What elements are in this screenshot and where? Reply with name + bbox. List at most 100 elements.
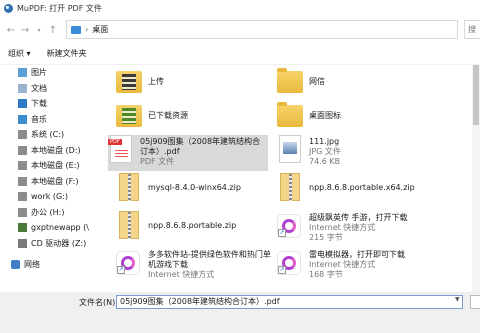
file-size: 74.6 KB <box>309 157 341 166</box>
zip-file-icon <box>116 173 142 203</box>
filename-input[interactable]: 05j909图集（2008年建筑结构合订本）.pdf <box>116 295 463 309</box>
address-bar: ← → ▾ ↑ › 桌面 搜 <box>0 17 480 43</box>
up-arrow-icon[interactable]: ↑ <box>46 21 60 39</box>
file-name: 05j909图集（2008年建筑结构合订本）.pdf <box>140 137 261 156</box>
sidebar-item-label: CD 驱动器 (Z:) <box>31 238 87 248</box>
drive-icon <box>18 176 27 186</box>
file-name: mysql-8.4.0-winx64.zip <box>148 183 241 192</box>
search-input[interactable]: 搜 <box>464 20 480 39</box>
drive-icon <box>18 161 27 171</box>
sidebar-item-network[interactable]: 网络 <box>0 257 98 273</box>
zip-file-icon <box>116 211 142 241</box>
internet-shortcut-icon: ↗ <box>116 248 142 278</box>
documents-icon <box>18 83 27 93</box>
title-bar: MuPDF: 打开 PDF 文件 <box>0 0 480 17</box>
file-name: 网信 <box>309 77 325 86</box>
scrollbar-thumb[interactable] <box>473 65 479 125</box>
sidebar-item[interactable]: 办公 (H:) <box>0 205 98 221</box>
folder-upload-icon <box>116 67 142 97</box>
sidebar-item-label: 网络 <box>24 260 40 270</box>
command-bar: 组织 ▾ 新建文件夹 <box>0 43 480 65</box>
search-placeholder: 搜 <box>468 25 476 34</box>
history-dropdown-icon[interactable]: ▾ <box>32 21 46 39</box>
sidebar-item[interactable]: CD 驱动器 (Z:) <box>0 236 98 252</box>
forward-arrow-icon[interactable]: → <box>18 21 32 39</box>
sidebar-item-label: 本地磁盘 (E:) <box>31 161 80 171</box>
file-name: 超级飘英传 手游，打开下载 <box>309 213 408 222</box>
sidebar-scrollbar[interactable] <box>90 65 98 292</box>
file-name: 111.jpg <box>309 137 340 146</box>
new-folder-button[interactable]: 新建文件夹 <box>47 48 87 59</box>
file-name: 多多软件站-提供绿色软件和热门单机游戏下载 <box>148 250 271 269</box>
file-type: Internet 快捷方式 <box>309 223 376 232</box>
drive-icon <box>18 130 27 140</box>
sidebar-item-label: 办公 (H:) <box>31 207 65 217</box>
sidebar-item[interactable]: work (G:) <box>0 189 98 205</box>
navigation-pane: 图片文档下载音乐系统 (C:) 本地磁盘 (D:) 本地磁盘 (E:) 本地磁盘 (F… <box>0 65 98 292</box>
sidebar-item[interactable]: 本地磁盘 (E:) <box>0 158 98 174</box>
file-item[interactable]: PDF 05j909图集（2008年建筑结构合订本）.pdf PDF 文件 <box>108 135 268 171</box>
sidebar-item[interactable]: 图片 <box>0 65 98 81</box>
sidebar-item[interactable]: 系统 (C:) <box>0 127 98 143</box>
folder-icon <box>71 25 81 34</box>
network-icon <box>11 260 20 270</box>
file-type: Internet 快捷方式 <box>309 260 376 269</box>
sidebar-item[interactable]: 文档 <box>0 81 98 97</box>
sidebar-item-label: gxptnewapp (\ <box>31 223 89 233</box>
sidebar-item-label: work (G:) <box>31 192 69 202</box>
folder-icon <box>277 67 303 97</box>
file-list: 上传 网信已下载资源 桌面图标 PDF 05j909图集（2008年建筑结构合订本）.p… <box>98 65 480 292</box>
internet-shortcut-icon: ↗ <box>277 211 303 241</box>
address-path: 桌面 <box>92 25 109 34</box>
chevron-down-icon[interactable]: ▼ <box>455 296 460 303</box>
file-item[interactable]: 桌面图标 <box>277 101 457 135</box>
sidebar-item[interactable]: 音乐 <box>0 112 98 128</box>
sidebar-item-label: 下载 <box>31 99 47 109</box>
folder-icon <box>277 101 303 131</box>
sidebar-item-label: 本地磁盘 (D:) <box>31 145 81 155</box>
file-type-select[interactable] <box>470 295 480 309</box>
file-item[interactable]: ↗ 多多软件站-提供绿色软件和热门单机游戏下载 Internet 快捷方式 <box>116 248 276 288</box>
vertical-scrollbar[interactable] <box>472 65 480 292</box>
back-arrow-icon[interactable]: ← <box>4 21 18 39</box>
sidebar-item[interactable]: 本地磁盘 (F:) <box>0 174 98 190</box>
sidebar-item[interactable]: 本地磁盘 (D:) <box>0 143 98 159</box>
file-type: JPG 文件 <box>309 147 341 156</box>
file-size: 168 字节 <box>309 270 343 279</box>
sidebar-item-label: 系统 (C:) <box>31 130 65 140</box>
file-item[interactable]: 111.jpg JPG 文件 74.6 KB <box>277 135 457 171</box>
file-name: 雷电模拟器，打开即可下载 <box>309 250 405 259</box>
file-name: 桌面图标 <box>309 111 341 120</box>
file-item[interactable]: mysql-8.4.0-winx64.zip <box>116 173 266 209</box>
file-item[interactable]: 已下载资源 <box>116 101 266 135</box>
file-item[interactable]: npp.8.6.8.portable.zip <box>116 211 266 247</box>
music-icon <box>18 114 27 124</box>
pdf-file-icon: PDF <box>108 135 134 165</box>
address-box[interactable]: › 桌面 <box>66 20 458 39</box>
downloads-icon <box>18 99 27 109</box>
file-name-bar: 文件名(N): 05j909图集（2008年建筑结构合订本）.pdf ▼ <box>0 292 480 333</box>
file-item[interactable]: 上传 <box>116 67 266 101</box>
file-name: 已下载资源 <box>148 111 188 120</box>
sidebar-item[interactable]: 下载 <box>0 96 98 112</box>
folder-download-icon <box>116 101 142 131</box>
file-name: npp.8.6.8.portable.x64.zip <box>309 183 415 192</box>
drive-icon <box>18 192 27 202</box>
sidebar-item-label: 图片 <box>31 68 47 78</box>
window-title: MuPDF: 打开 PDF 文件 <box>17 4 102 13</box>
file-name: 上传 <box>148 77 164 86</box>
file-item[interactable]: 网信 <box>277 67 457 101</box>
file-type: PDF 文件 <box>140 157 175 166</box>
mupdf-app-icon <box>4 4 13 13</box>
filename-label: 文件名(N): <box>79 298 118 307</box>
file-item[interactable]: ↗ 雷电模拟器，打开即可下载 Internet 快捷方式 168 字节 <box>277 248 457 288</box>
drive-icon <box>18 207 27 217</box>
drive-icon <box>18 145 27 155</box>
sidebar-item[interactable]: gxptnewapp (\ <box>0 220 98 236</box>
organize-button[interactable]: 组织 ▾ <box>8 48 31 59</box>
pictures-icon <box>18 68 27 78</box>
file-size: 215 字节 <box>309 233 343 242</box>
file-item[interactable]: ↗ 超级飘英传 手游，打开下载 Internet 快捷方式 215 字节 <box>277 211 457 247</box>
file-type: Internet 快捷方式 <box>148 270 215 279</box>
file-item[interactable]: npp.8.6.8.portable.x64.zip <box>277 173 457 209</box>
